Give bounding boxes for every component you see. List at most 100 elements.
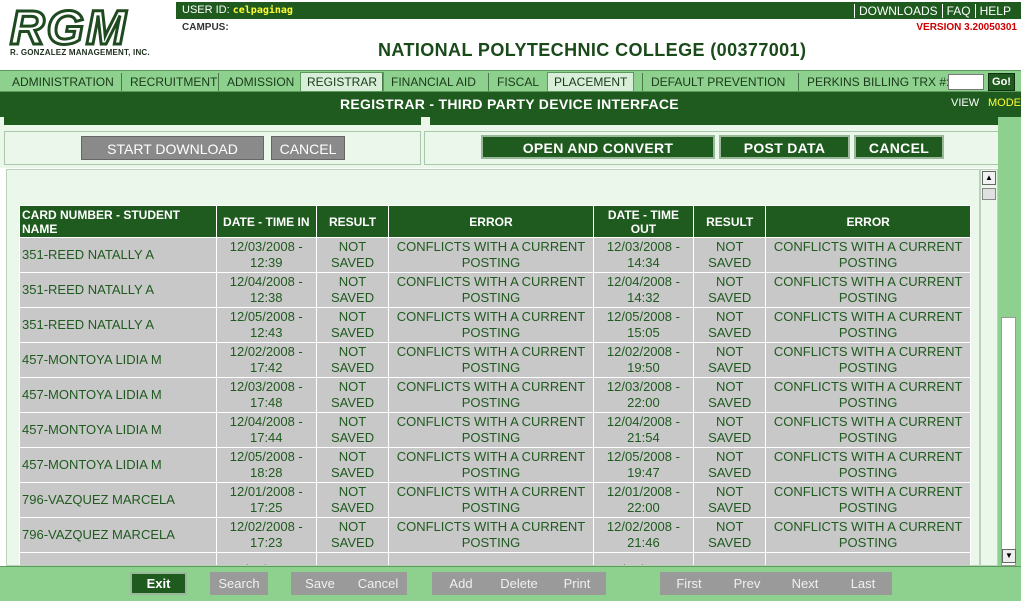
faq-link[interactable]: FAQ	[941, 4, 975, 18]
table-row[interactable]: 796-VAZQUEZ MARCELA 12/01/2008 -17:25 NOT S…	[19, 482, 971, 518]
table-row[interactable]: 457-MONTOYA LIDIA M 12/04/2008 -17:44 NOT S…	[19, 412, 971, 448]
user-id-value: celpaginag	[232, 5, 293, 16]
table-row[interactable]: 351-REED NATALLY A 12/04/2008 -12:38 NOT SA…	[19, 272, 971, 308]
result-in-cell-text: SAVED	[330, 290, 375, 305]
nav-administration[interactable]: ADMINISTRATION	[12, 73, 114, 91]
result-in-cell: NOT SAVED	[315, 272, 390, 308]
error-in-cell: CONFLICTS WITH A CURRENT POSTING	[388, 482, 594, 518]
nav-registrar[interactable]: REGISTRAR	[300, 72, 385, 92]
error-in-cell-text: POSTING	[461, 500, 521, 515]
table-row[interactable]: 457-MONTOYA LIDIA M 12/03/2008 -17:48 NOT S…	[19, 377, 971, 413]
post-data-button[interactable]: POST DATA	[719, 135, 850, 159]
date-time-out-cell-text: 12/02/2008 -	[606, 344, 680, 359]
scroll-up-icon[interactable]: ▲	[982, 171, 996, 185]
result-in-cell: NOT SAVED	[315, 482, 390, 518]
student-name-cell-text: 796-VAZQUEZ MARCELA	[22, 527, 175, 542]
table-row[interactable]: 796-VAZQUEZ MARCELA12/03/2008 -NOTCONFLI…	[19, 552, 971, 565]
table-row[interactable]: 351-REED NATALLY A 12/05/2008 -12:43 NOT SA…	[19, 307, 971, 343]
date-time-in-cell-text: 12:38	[249, 290, 283, 305]
prev-button[interactable]: Prev	[718, 572, 776, 595]
mode-link[interactable]: MODE	[988, 97, 1021, 109]
cancel-convert-button[interactable]: CANCEL	[854, 135, 944, 159]
date-time-out-cell-text: 12/03/2008 -	[606, 239, 680, 254]
error-in-cell-text: CONFLICTS WITH A CURRENT	[396, 274, 586, 289]
date-time-out-cell: 12/04/2008 -21:54	[592, 412, 695, 448]
error-out-cell-text: POSTING	[838, 535, 898, 550]
error-in-cell: CONFLICTS WITH A CURRENT POSTING	[388, 517, 594, 553]
result-in-cell-text: SAVED	[330, 430, 375, 445]
date-time-out-cell: 12/02/2008 -21:46	[592, 517, 695, 553]
col-header-result-out: RESULT	[693, 205, 767, 238]
table-row[interactable]: 796-VAZQUEZ MARCELA 12/02/2008 -17:23 NOT S…	[19, 517, 971, 553]
search-button[interactable]: Search	[210, 572, 268, 595]
error-out-cell-text: POSTING	[838, 395, 898, 410]
exit-button[interactable]: Exit	[130, 572, 187, 595]
date-time-out-cell-text: 14:34	[627, 255, 660, 270]
result-out-cell-text: SAVED	[708, 395, 752, 410]
scroll-down-icon[interactable]: ▼	[1002, 549, 1016, 563]
help-link[interactable]: HELP	[974, 4, 1015, 18]
error-in-cell-text: CONFLICTS WITH A CURRENT	[396, 309, 586, 324]
result-in-cell-text: SAVED	[330, 255, 375, 270]
student-name-cell: 351-REED NATALLY A	[19, 272, 217, 308]
error-out-cell: CONFLICTS WITH A CURRENT	[765, 552, 971, 565]
nav-financial-aid[interactable]: FINANCIAL AID	[382, 73, 476, 91]
date-time-in-cell: 12/02/2008 -17:42	[215, 342, 317, 378]
trx-input[interactable]	[948, 74, 984, 90]
result-out-cell-text: SAVED	[708, 465, 752, 480]
nav-fiscal[interactable]: FISCAL	[488, 73, 539, 91]
date-time-out-cell: 12/05/2008 -19:47	[592, 447, 695, 483]
error-out-cell-text: CONFLICTS WITH A CURRENT	[773, 344, 963, 359]
nav-perkins-billing[interactable]: PERKINS BILLING	[798, 73, 909, 91]
scroll-thumb[interactable]	[982, 188, 996, 200]
table-row[interactable]: 457-MONTOYA LIDIA M 12/05/2008 -18:28 NOT S…	[19, 447, 971, 483]
print-button[interactable]: Print	[548, 572, 606, 595]
result-out-cell-text: NOT	[715, 519, 744, 534]
error-in-cell: CONFLICTS WITH A CURRENT POSTING	[388, 342, 594, 378]
student-name-cell-text: 351-REED NATALLY A	[22, 247, 154, 262]
records-scrollbar[interactable]: ▲	[980, 169, 998, 566]
first-button[interactable]: First	[660, 572, 718, 595]
result-in-cell: NOT SAVED	[315, 412, 390, 448]
nav-recruitment[interactable]: RECRUITMENT	[121, 73, 217, 91]
date-time-in-cell-text: 12/02/2008 -	[229, 344, 303, 359]
student-name-cell: 457-MONTOYA LIDIA M	[19, 342, 217, 378]
nav-placement[interactable]: PLACEMENT	[547, 72, 635, 92]
result-out-cell: NOT	[693, 552, 767, 565]
error-in-cell-text: CONFLICTS WITH A CURRENT	[396, 484, 586, 499]
page-scrollbar[interactable]	[1001, 317, 1016, 566]
error-in-cell: CONFLICTS WITH A CURRENT	[388, 552, 594, 565]
table-row[interactable]: 351-REED NATALLY A 12/03/2008 -12:39 NOT SA…	[19, 237, 971, 273]
date-time-out-cell-text: 12/05/2008 -	[606, 449, 680, 464]
user-id-label: USER ID:	[182, 4, 230, 16]
last-button[interactable]: Last	[834, 572, 892, 595]
add-button[interactable]: Add	[432, 572, 490, 595]
error-in-cell: CONFLICTS WITH A CURRENT POSTING	[388, 272, 594, 308]
view-link[interactable]: VIEW	[951, 97, 979, 109]
cancel-button[interactable]: Cancel	[349, 572, 407, 595]
start-download-button[interactable]: START DOWNLOAD	[81, 136, 264, 160]
go-button[interactable]: Go!	[988, 73, 1015, 91]
date-time-out-cell: 12/01/2008 -22:00	[592, 482, 695, 518]
save-button[interactable]: Save	[291, 572, 349, 595]
error-out-cell-text: POSTING	[838, 255, 898, 270]
nav-admission[interactable]: ADMISSION	[218, 73, 294, 91]
table-row[interactable]: 457-MONTOYA LIDIA M 12/02/2008 -17:42 NOT S…	[19, 342, 971, 378]
date-time-out-cell: 12/03/2008 -	[592, 552, 695, 565]
open-and-convert-button[interactable]: OPEN AND CONVERT	[481, 135, 715, 159]
downloads-link[interactable]: DOWNLOADS	[853, 4, 942, 18]
cancel-download-button[interactable]: CANCEL	[271, 136, 345, 160]
date-time-in-cell-text: 12/01/2008 -	[229, 484, 303, 499]
error-out-cell: CONFLICTS WITH A CURRENT POSTING	[765, 412, 971, 448]
nav-default-prevention[interactable]: DEFAULT PREVENTION	[642, 73, 785, 91]
next-button[interactable]: Next	[776, 572, 834, 595]
date-time-in-cell-text: 12:39	[249, 255, 283, 270]
error-out-cell: CONFLICTS WITH A CURRENT POSTING	[765, 482, 971, 518]
date-time-in-cell-text: 12/05/2008 -	[229, 449, 303, 464]
error-out-cell-text: POSTING	[838, 325, 898, 340]
error-out-cell-text: POSTING	[838, 360, 898, 375]
col-header-date-time-in: DATE - TIME IN	[215, 205, 317, 238]
delete-button[interactable]: Delete	[490, 572, 548, 595]
result-out-cell: NOT SAVED	[693, 342, 767, 378]
download-controls: START DOWNLOAD CANCEL OPEN AND CONVERT P…	[0, 117, 1005, 168]
